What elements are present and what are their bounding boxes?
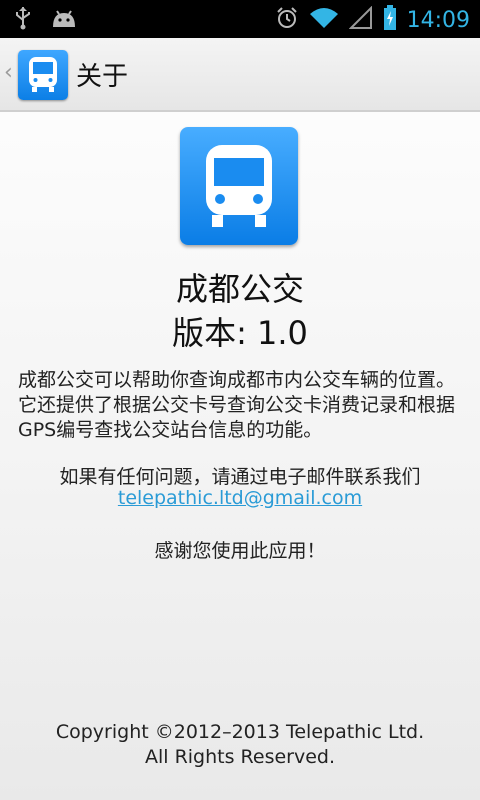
app-description: 成都公交可以帮助你查询成都市内公交车辆的位置。它还提供了根据公交卡号查询公交卡消… xyxy=(18,369,456,441)
contact-text: 如果有任何问题，请通过电子邮件联系我们 xyxy=(59,466,421,488)
status-bar: 14:09 xyxy=(0,0,480,38)
android-icon xyxy=(50,7,78,33)
copyright-line-2: All Rights Reserved. xyxy=(144,746,336,768)
page-title: 关于 xyxy=(76,62,129,92)
action-bar: ‹ 关于 xyxy=(0,38,480,112)
battery-icon xyxy=(383,5,397,35)
status-time: 14:09 xyxy=(406,7,470,33)
thanks-text: 感谢您使用此应用！ xyxy=(154,540,326,562)
copyright: Copyright ©2012–2013 Telepathic Ltd. All… xyxy=(0,720,480,770)
home-up-button[interactable] xyxy=(18,50,68,100)
app-version: 版本: 1.0 xyxy=(172,314,308,352)
app-logo xyxy=(180,127,298,245)
chevron-left-icon[interactable]: ‹ xyxy=(4,60,13,85)
email-link[interactable]: telepathic.ltd@gmail.com xyxy=(0,487,480,509)
wifi-icon xyxy=(309,6,339,34)
bus-icon xyxy=(18,57,68,104)
usb-icon xyxy=(14,6,32,34)
bus-icon xyxy=(180,145,298,249)
copyright-line-1: Copyright ©2012–2013 Telepathic Ltd. xyxy=(55,721,425,743)
signal-icon xyxy=(348,5,373,34)
app-name: 成都公交 xyxy=(175,270,304,308)
alarm-icon xyxy=(275,6,299,34)
